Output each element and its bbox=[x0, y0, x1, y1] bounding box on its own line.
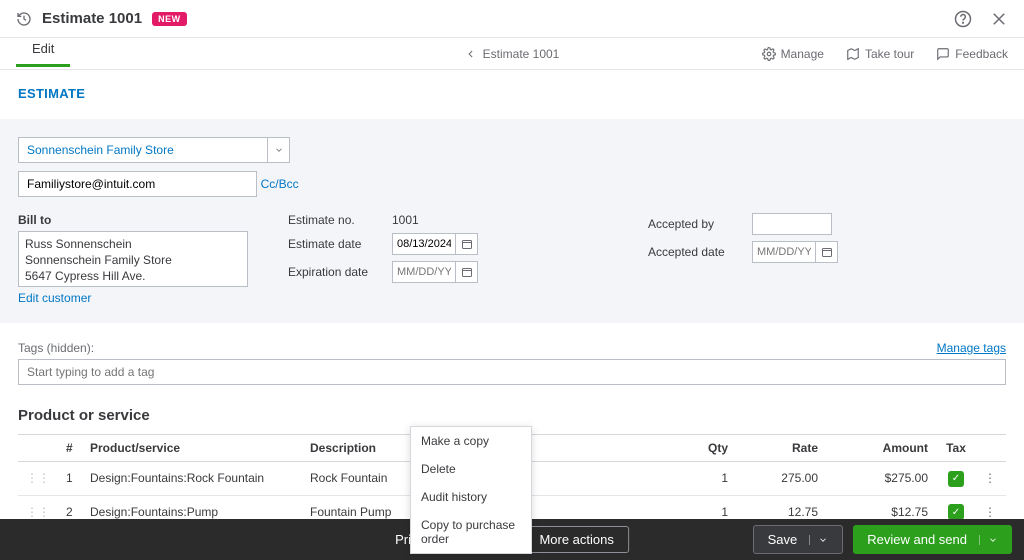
email-input[interactable] bbox=[18, 171, 257, 197]
form-area: Sonnenschein Family Store Cc/Bcc Bill to… bbox=[0, 119, 1024, 323]
help-icon[interactable] bbox=[954, 10, 972, 28]
chat-icon bbox=[936, 47, 950, 61]
gear-icon bbox=[762, 47, 776, 61]
row-actions-icon[interactable]: ⋮ bbox=[976, 495, 1006, 519]
tags-input[interactable] bbox=[18, 359, 1006, 385]
tax-checkbox[interactable]: ✓ bbox=[948, 504, 964, 519]
accepted-by-input[interactable] bbox=[752, 213, 832, 235]
accepted-date-input[interactable] bbox=[752, 241, 816, 263]
accepted-date-label: Accepted date bbox=[648, 245, 744, 259]
breadcrumb-label: Estimate 1001 bbox=[483, 47, 560, 61]
history-icon[interactable] bbox=[16, 11, 32, 27]
chevron-down-icon bbox=[274, 145, 284, 155]
new-badge: NEW bbox=[152, 12, 187, 26]
menu-audit-history[interactable]: Audit history bbox=[411, 483, 531, 511]
ccbcc-link[interactable]: Cc/Bcc bbox=[261, 177, 299, 191]
toolbar: Edit Estimate 1001 Manage Take tour Feed… bbox=[0, 38, 1024, 70]
products-heading: Product or service bbox=[18, 407, 1006, 424]
page-title: Estimate 1001 bbox=[42, 10, 142, 27]
row-actions-icon[interactable]: ⋮ bbox=[976, 462, 1006, 496]
manage-tags-link[interactable]: Manage tags bbox=[937, 341, 1006, 355]
expiration-date-input[interactable] bbox=[392, 261, 456, 283]
feedback-button[interactable]: Feedback bbox=[936, 47, 1008, 61]
take-tour-button[interactable]: Take tour bbox=[846, 47, 914, 61]
chevron-down-icon[interactable] bbox=[809, 535, 828, 545]
tab-edit[interactable]: Edit bbox=[16, 41, 70, 67]
calendar-icon[interactable] bbox=[456, 233, 478, 255]
drag-handle-icon[interactable]: ⋮⋮ bbox=[18, 462, 58, 496]
menu-make-copy[interactable]: Make a copy bbox=[411, 427, 531, 455]
tax-checkbox[interactable]: ✓ bbox=[948, 471, 964, 487]
calendar-icon[interactable] bbox=[816, 241, 838, 263]
expiration-date-label: Expiration date bbox=[288, 265, 384, 279]
manage-button[interactable]: Manage bbox=[762, 47, 824, 61]
calendar-icon[interactable] bbox=[456, 261, 478, 283]
menu-copy-to-po[interactable]: Copy to purchase order bbox=[411, 511, 531, 553]
chevron-left-icon bbox=[465, 48, 477, 60]
estimate-date-label: Estimate date bbox=[288, 237, 384, 251]
close-icon[interactable] bbox=[990, 10, 1008, 28]
section-heading: ESTIMATE bbox=[18, 86, 1006, 101]
save-button[interactable]: Save bbox=[753, 525, 844, 554]
more-actions-button[interactable]: More actions bbox=[524, 526, 628, 553]
bill-to-box[interactable]: Russ Sonnenschein Sonnenschein Family St… bbox=[18, 231, 248, 287]
edit-customer-link[interactable]: Edit customer bbox=[18, 291, 91, 305]
estimate-date-input[interactable] bbox=[392, 233, 456, 255]
customer-dropdown-button[interactable] bbox=[268, 137, 290, 163]
titlebar: Estimate 1001 NEW bbox=[0, 0, 1024, 38]
breadcrumb[interactable]: Estimate 1001 bbox=[465, 47, 560, 61]
customer-select[interactable]: Sonnenschein Family Store bbox=[18, 137, 268, 163]
tags-label: Tags (hidden): bbox=[18, 341, 94, 355]
chevron-down-icon[interactable] bbox=[979, 535, 998, 545]
menu-delete[interactable]: Delete bbox=[411, 455, 531, 483]
accepted-by-label: Accepted by bbox=[648, 217, 744, 231]
map-icon bbox=[846, 47, 860, 61]
row-context-menu: Make a copy Delete Audit history Copy to… bbox=[410, 426, 532, 554]
bill-to-label: Bill to bbox=[18, 213, 248, 227]
estimate-no-value: 1001 bbox=[392, 213, 419, 227]
review-send-button[interactable]: Review and send bbox=[853, 525, 1012, 554]
drag-handle-icon[interactable]: ⋮⋮ bbox=[18, 495, 58, 519]
estimate-no-label: Estimate no. bbox=[288, 213, 384, 227]
